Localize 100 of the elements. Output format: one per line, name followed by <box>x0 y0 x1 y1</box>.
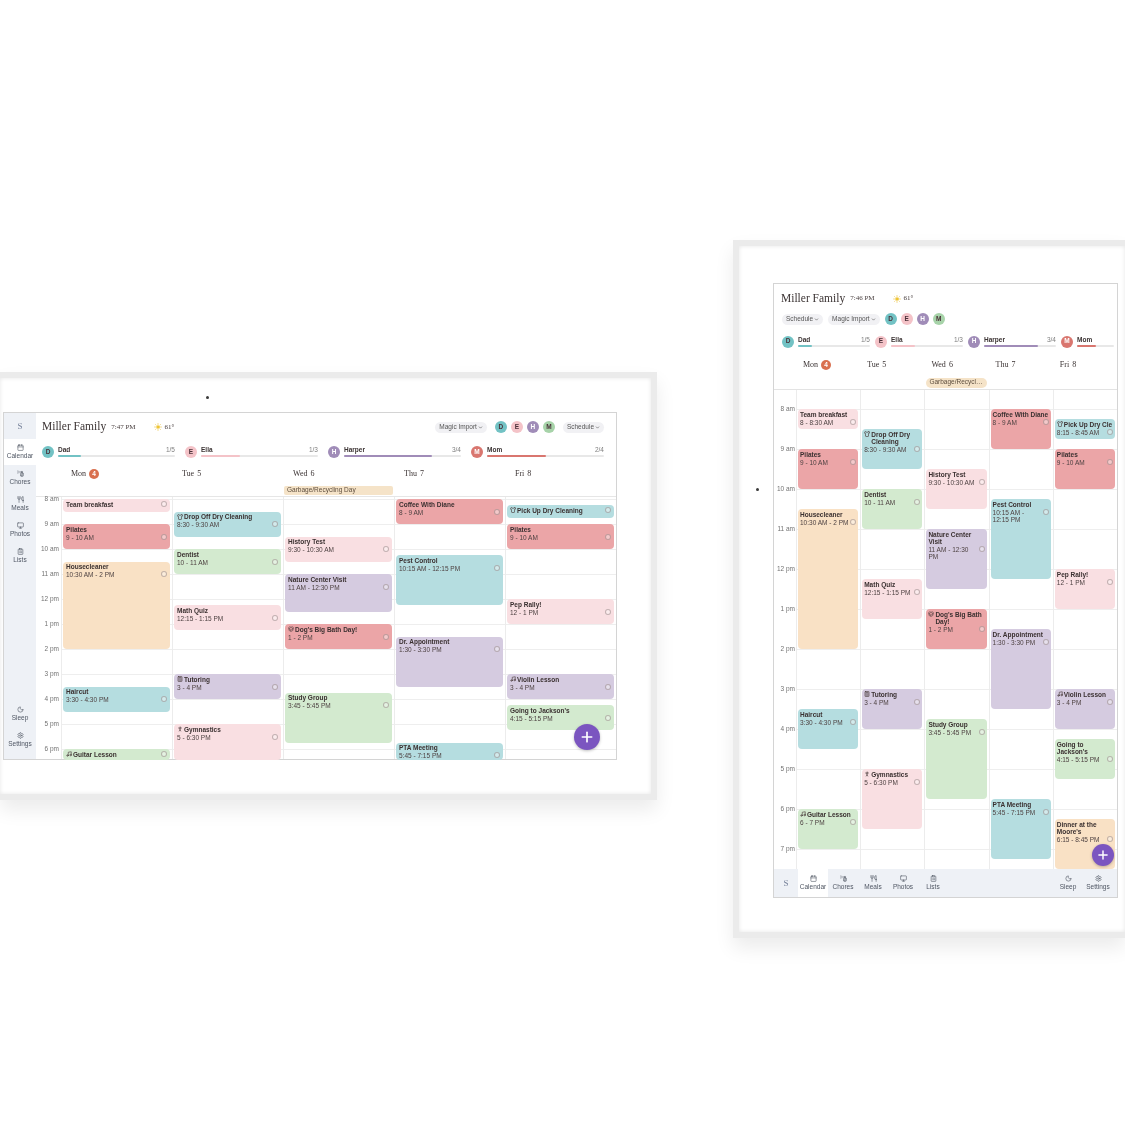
event-checkbox[interactable] <box>1107 698 1113 705</box>
settings-icon <box>1094 875 1102 883</box>
family-name: Miller Family <box>781 292 846 305</box>
spray-bottle-icon <box>839 875 847 883</box>
event-checkbox[interactable] <box>914 778 921 785</box>
dog-icon <box>928 611 935 617</box>
shirt-icon <box>864 431 871 437</box>
sun-icon <box>892 294 901 303</box>
event-checkbox[interactable] <box>978 478 985 485</box>
event-checkbox[interactable] <box>161 533 167 540</box>
monitor-icon <box>16 522 24 530</box>
event-checkbox[interactable] <box>1107 836 1113 842</box>
event-checkbox[interactable] <box>914 498 921 505</box>
camera-lens-icon <box>756 488 759 491</box>
plus-icon <box>579 729 595 745</box>
day-date: 6 <box>310 470 315 478</box>
event-checkbox[interactable] <box>272 558 278 565</box>
shirt-icon <box>177 513 183 520</box>
clipboard-list-icon <box>929 875 937 883</box>
music-note-icon <box>66 751 72 757</box>
event-checkbox[interactable] <box>161 696 167 702</box>
event-checkbox[interactable] <box>914 446 921 452</box>
spray-bottle-icon <box>16 470 24 478</box>
event-checkbox[interactable] <box>850 518 857 525</box>
sun-icon <box>153 423 162 431</box>
event-checkbox[interactable] <box>850 458 857 465</box>
day-name: Fri <box>515 470 525 478</box>
chevron-down-icon <box>595 424 600 430</box>
calculator-icon <box>864 691 871 697</box>
moon-icon <box>16 706 24 714</box>
app-logo: S <box>782 876 790 890</box>
event-checkbox[interactable] <box>605 683 611 690</box>
event-checkbox[interactable] <box>383 583 389 590</box>
music-note-icon <box>800 811 806 817</box>
add-event-button[interactable] <box>574 724 600 750</box>
event-checkbox[interactable] <box>978 626 985 632</box>
event-checkbox[interactable] <box>383 702 389 709</box>
event-checkbox[interactable] <box>850 718 857 725</box>
event-checkbox[interactable] <box>1107 458 1113 465</box>
event-checkbox[interactable] <box>494 508 500 515</box>
event-checkbox[interactable] <box>978 546 985 552</box>
calculator-icon <box>177 676 183 682</box>
event-checkbox[interactable] <box>1107 428 1113 435</box>
day-date: 6 <box>948 361 953 369</box>
event-checkbox[interactable] <box>272 683 278 690</box>
day-name: Wed <box>293 470 308 478</box>
music-note-icon <box>510 676 516 682</box>
event-checkbox[interactable] <box>605 533 611 540</box>
chevron-down-icon <box>814 316 820 322</box>
settings-icon <box>16 732 24 740</box>
event-checkbox[interactable] <box>850 818 857 825</box>
day-date: 7 <box>1011 361 1016 369</box>
clipboard-list-icon <box>16 548 24 556</box>
event-checkbox[interactable] <box>272 614 278 621</box>
day-name: Mon <box>71 470 87 478</box>
day-date: 8 <box>1072 361 1077 369</box>
event-checkbox[interactable] <box>161 571 167 577</box>
chevron-down-icon <box>477 424 483 430</box>
event-checkbox[interactable] <box>914 588 921 595</box>
event-checkbox[interactable] <box>605 608 611 615</box>
day-name: Mon <box>803 361 819 369</box>
event-checkbox[interactable] <box>605 714 611 721</box>
event-checkbox[interactable] <box>383 546 389 552</box>
camera-lens-icon <box>206 396 209 399</box>
event-checkbox[interactable] <box>383 633 389 640</box>
event-checkbox[interactable] <box>1107 578 1113 585</box>
monitor-icon <box>899 875 907 883</box>
event-checkbox[interactable] <box>494 564 500 571</box>
music-note-icon <box>1056 691 1063 697</box>
event-checkbox[interactable] <box>494 752 500 759</box>
event-checkbox[interactable] <box>272 521 278 527</box>
event-checkbox[interactable] <box>850 418 857 425</box>
app-logo: S <box>16 419 24 433</box>
dog-icon <box>288 626 294 632</box>
utensils-icon <box>869 875 877 883</box>
event-checkbox[interactable] <box>1042 808 1049 815</box>
event-checkbox[interactable] <box>1042 638 1049 645</box>
chevron-down-icon <box>870 316 876 322</box>
calendar-icon <box>809 875 817 883</box>
event-checkbox[interactable] <box>1042 508 1049 515</box>
person-icon <box>177 726 183 732</box>
event-checkbox[interactable] <box>494 646 500 652</box>
shirt-icon <box>1056 421 1063 427</box>
shirt-icon <box>510 507 516 514</box>
event-checkbox[interactable] <box>161 750 167 757</box>
day-name: Tue <box>182 470 195 478</box>
plus-icon <box>1096 848 1110 862</box>
day-date: 5 <box>882 361 887 369</box>
day-date: 7 <box>419 470 424 478</box>
day-name: Thu <box>404 470 417 478</box>
event-checkbox[interactable] <box>1042 418 1049 425</box>
day-name: Tue <box>867 361 880 369</box>
moon-icon <box>1064 875 1072 883</box>
day-date: 5 <box>197 470 202 478</box>
event-checkbox[interactable] <box>978 728 985 735</box>
event-checkbox[interactable] <box>914 698 921 705</box>
event-checkbox[interactable] <box>161 500 167 507</box>
event-checkbox[interactable] <box>605 506 611 513</box>
event-checkbox[interactable] <box>272 733 278 740</box>
event-checkbox[interactable] <box>1107 756 1113 762</box>
